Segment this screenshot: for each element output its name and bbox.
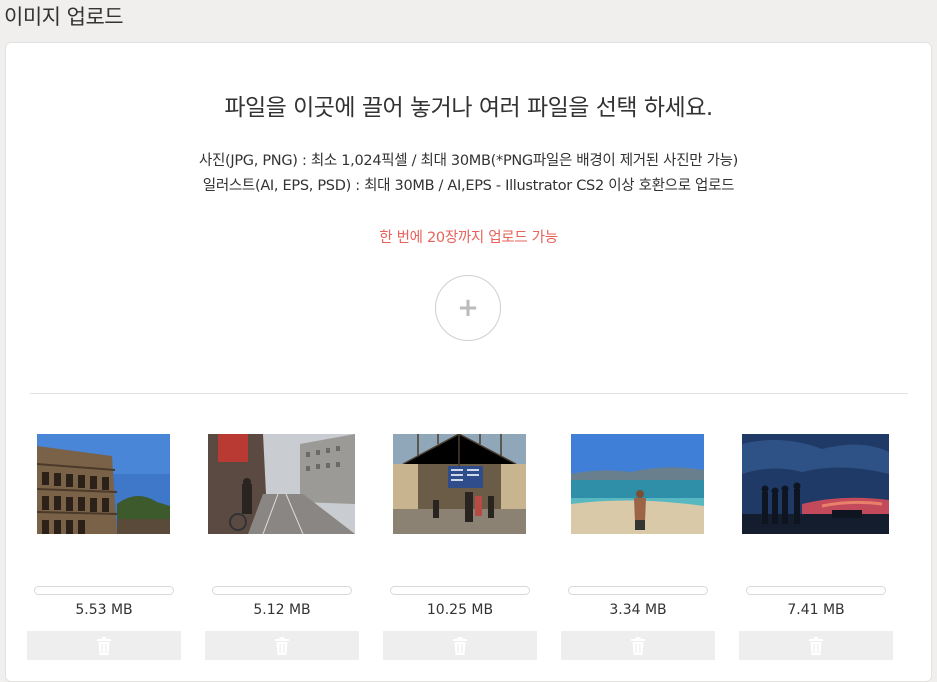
plus-icon: + [457,293,479,323]
upload-progress-bar [212,586,352,595]
upload-progress-bar [746,586,886,595]
delete-button[interactable] [205,631,359,660]
add-file-button[interactable]: + [435,275,501,341]
file-size: 5.12 MB [253,602,311,618]
image-thumbnail[interactable] [393,434,526,534]
file-size: 5.53 MB [75,602,133,618]
trash-icon [631,636,645,655]
upload-limit-notice: 한 번에 20장까지 업로드 가능 [379,230,558,246]
upload-panel: 파일을 이곳에 끌어 놓거나 여러 파일을 선택 하세요. 사진(JPG, PN… [5,42,932,682]
image-thumbnail[interactable] [37,434,170,534]
file-size: 10.25 MB [426,602,494,618]
file-size: 7.41 MB [787,602,845,618]
trash-icon [453,636,467,655]
illustration-rule-text: 일러스트(AI, EPS, PSD) : 최대 30MB / AI,EPS - … [202,178,735,194]
image-thumbnail[interactable] [742,434,889,534]
image-thumbnail[interactable] [208,434,355,534]
upload-progress-bar [390,586,530,595]
image-thumbnail[interactable] [571,434,704,534]
upload-progress-bar [568,586,708,595]
delete-button[interactable] [27,631,181,660]
delete-button[interactable] [561,631,715,660]
delete-button[interactable] [739,631,893,660]
page-title: 이미지 업로드 [4,5,124,29]
photo-rule-text: 사진(JPG, PNG) : 최소 1,024픽셀 / 최대 30MB(*PNG… [198,153,739,169]
divider [30,393,908,394]
upload-progress-bar [34,586,174,595]
trash-icon [97,636,111,655]
trash-icon [275,636,289,655]
file-size: 3.34 MB [609,602,667,618]
trash-icon [809,636,823,655]
delete-button[interactable] [383,631,537,660]
dropzone-headline: 파일을 이곳에 끌어 놓거나 여러 파일을 선택 하세요. [224,95,713,121]
